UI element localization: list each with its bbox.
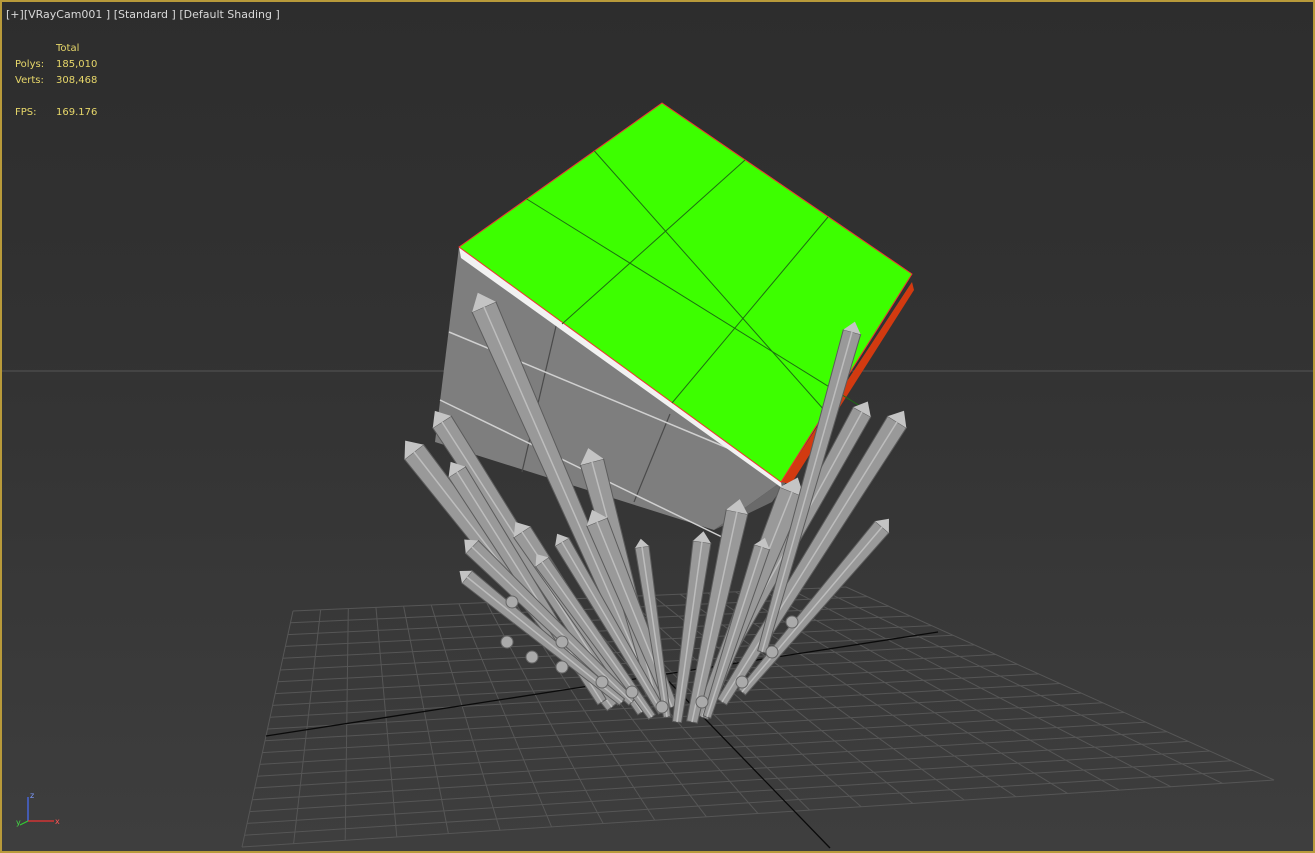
axis-tripod-icon: z y x <box>16 791 60 827</box>
viewport-perspective[interactable]: [+][VRayCam001 ] [Standard ] [Default Sh… <box>0 0 1315 853</box>
polys-value: 185,010 <box>56 59 98 70</box>
viewport-mode-menu[interactable]: [Standard ] <box>114 8 176 21</box>
scene-render[interactable] <box>2 2 1313 851</box>
viewport-shading-menu[interactable]: [Default Shading ] <box>179 8 279 21</box>
viewport-menu-plus[interactable]: [+] <box>6 8 24 21</box>
fps-label: FPS: <box>15 107 37 118</box>
viewport-camera-menu[interactable]: [VRayCam001 ] <box>24 8 110 21</box>
axis-y-label: y <box>16 818 21 827</box>
viewport-label[interactable]: [+][VRayCam001 ] [Standard ] [Default Sh… <box>6 8 280 21</box>
verts-value: 308,468 <box>56 75 98 86</box>
home-grid <box>241 586 1275 848</box>
cube-object <box>435 102 914 538</box>
verts-label: Verts: <box>15 75 44 86</box>
polys-label: Polys: <box>15 59 45 70</box>
stats-header: Total <box>56 43 80 54</box>
scene-statistics: Total Polys: 185,010 Verts: 308,468 FPS: 16… <box>15 41 97 121</box>
fps-value: 169.176 <box>56 107 98 118</box>
axis-z-label: z <box>30 791 34 800</box>
axis-x-label: x <box>55 817 60 826</box>
